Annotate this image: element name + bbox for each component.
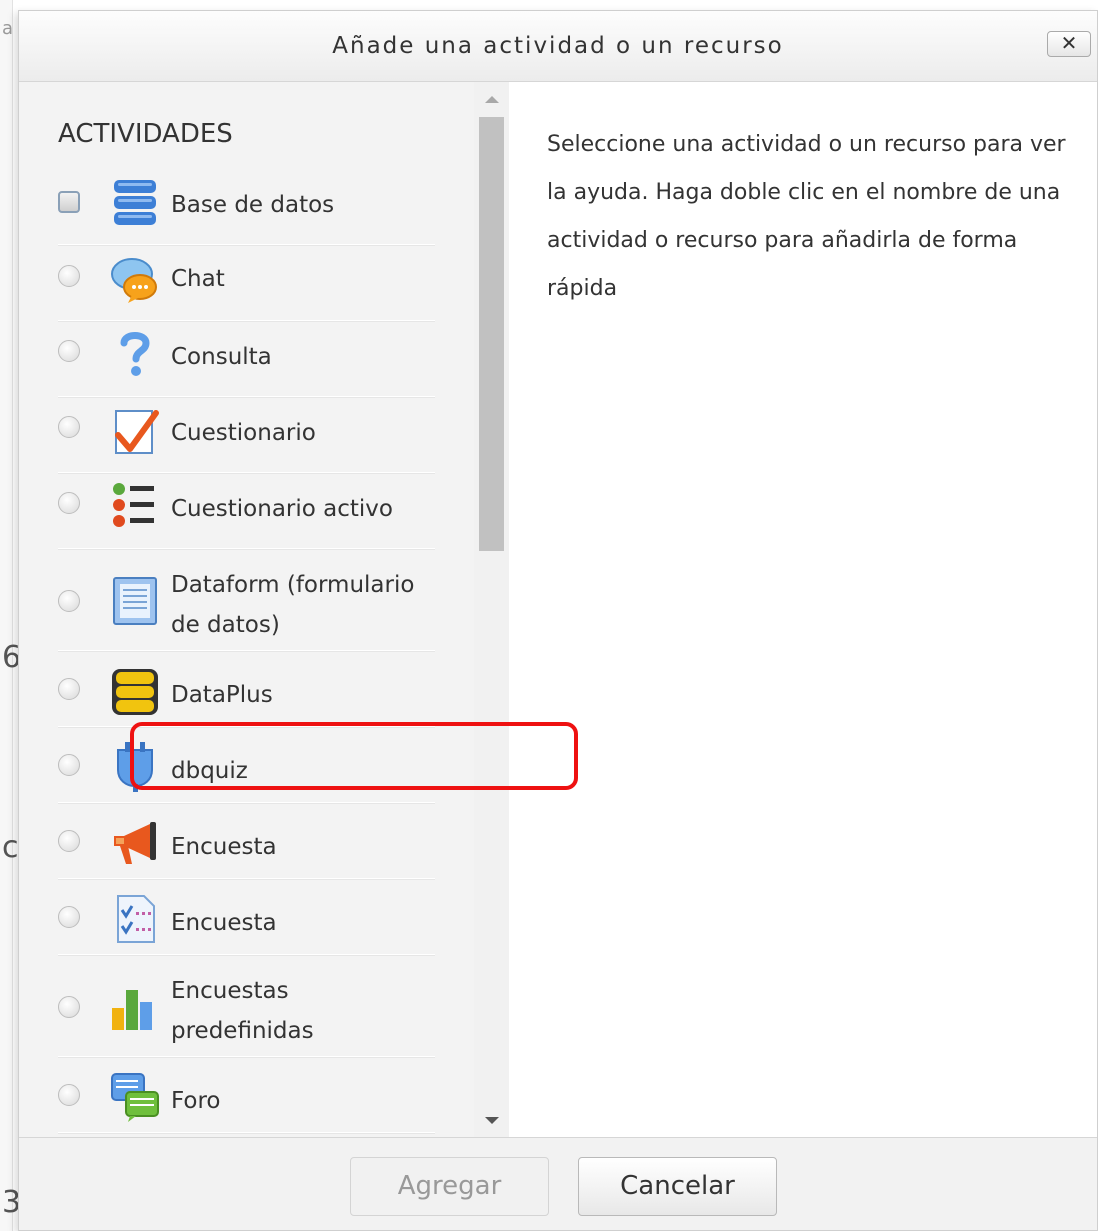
activity-list: ACTIVIDADES Base de datos Chat Consulta … <box>19 82 509 1137</box>
question-icon <box>110 327 160 377</box>
option-consulta[interactable]: Consulta <box>58 332 435 397</box>
scroll-up-arrow-icon[interactable] <box>485 96 499 103</box>
scrollbar-thumb[interactable] <box>479 117 504 551</box>
highlight-annotation <box>130 722 578 790</box>
dialog-footer: Agregar Cancelar <box>19 1137 1097 1230</box>
dialog-header: Añade una actividad o un recurso ✕ <box>19 11 1097 82</box>
radio-button[interactable] <box>58 754 80 776</box>
option-foro[interactable]: Foro <box>58 1070 435 1133</box>
option-encuesta-2[interactable]: Encuesta <box>58 892 435 955</box>
option-label: Dataform (formulario de datos) <box>171 565 414 645</box>
option-label-line: Dataform (formulario <box>171 572 415 598</box>
radio-button[interactable] <box>58 265 80 287</box>
forum-icon <box>110 1072 160 1122</box>
option-label: Base de datos <box>171 192 335 218</box>
option-label: Foro <box>171 1088 221 1114</box>
chat-icon <box>110 254 160 304</box>
option-cuestionario[interactable]: Cuestionario <box>58 410 435 473</box>
background-page: a 6 c 3 <box>0 0 21 1231</box>
option-label: Cuestionario <box>171 420 316 446</box>
radio-button[interactable] <box>58 996 80 1018</box>
help-text: Seleccione una actividad o un recurso pa… <box>547 132 1066 301</box>
megaphone-icon <box>110 818 160 868</box>
dialog-title: Añade una actividad o un recurso <box>332 33 784 59</box>
radio-button[interactable] <box>58 492 80 514</box>
database-icon <box>110 178 160 228</box>
option-encuestas-predefinidas[interactable]: Encuestas predefinidas <box>58 968 435 1057</box>
dataplus-icon <box>110 667 160 717</box>
option-label-line: Encuestas <box>171 978 289 1004</box>
option-label-line: de datos) <box>171 612 280 638</box>
option-encuesta[interactable]: Encuesta <box>58 816 435 879</box>
survey-icon <box>110 894 160 944</box>
radio-button[interactable] <box>58 416 80 438</box>
radio-button[interactable] <box>58 830 80 852</box>
option-label: Consulta <box>171 344 272 370</box>
option-dataform[interactable]: Dataform (formulario de datos) <box>58 562 435 651</box>
list-icon <box>110 480 160 530</box>
quiz-icon <box>110 405 160 455</box>
add-button[interactable]: Agregar <box>350 1157 549 1216</box>
option-cuestionario-activo[interactable]: Cuestionario activo <box>58 483 435 549</box>
option-dataplus[interactable]: DataPlus <box>58 664 435 727</box>
activity-chooser-dialog: Añade una actividad o un recurso ✕ ACTIV… <box>18 10 1098 1231</box>
option-label-line: predefinidas <box>171 1018 314 1044</box>
radio-button[interactable] <box>58 191 80 213</box>
cancel-button[interactable]: Cancelar <box>578 1157 777 1216</box>
option-label: Encuesta <box>171 834 277 860</box>
close-button[interactable]: ✕ <box>1047 31 1091 57</box>
background-text: c <box>2 830 19 865</box>
background-text: a <box>2 18 14 39</box>
option-label: DataPlus <box>171 682 273 708</box>
form-icon <box>110 576 160 626</box>
option-base-de-datos[interactable]: Base de datos <box>58 180 435 245</box>
section-heading: ACTIVIDADES <box>58 119 233 149</box>
bar-chart-icon <box>110 982 160 1032</box>
option-label: Chat <box>171 266 225 292</box>
option-label: Encuesta <box>171 910 277 936</box>
radio-button[interactable] <box>58 340 80 362</box>
radio-button[interactable] <box>58 590 80 612</box>
scroll-down-arrow-icon[interactable] <box>485 1117 499 1124</box>
list-scrollbar[interactable] <box>474 82 509 1137</box>
radio-button[interactable] <box>58 906 80 928</box>
radio-button[interactable] <box>58 1084 80 1106</box>
option-label: Encuestas predefinidas <box>171 971 314 1051</box>
option-label: Cuestionario activo <box>171 496 393 522</box>
radio-button[interactable] <box>58 678 80 700</box>
option-chat[interactable]: Chat <box>58 258 435 321</box>
